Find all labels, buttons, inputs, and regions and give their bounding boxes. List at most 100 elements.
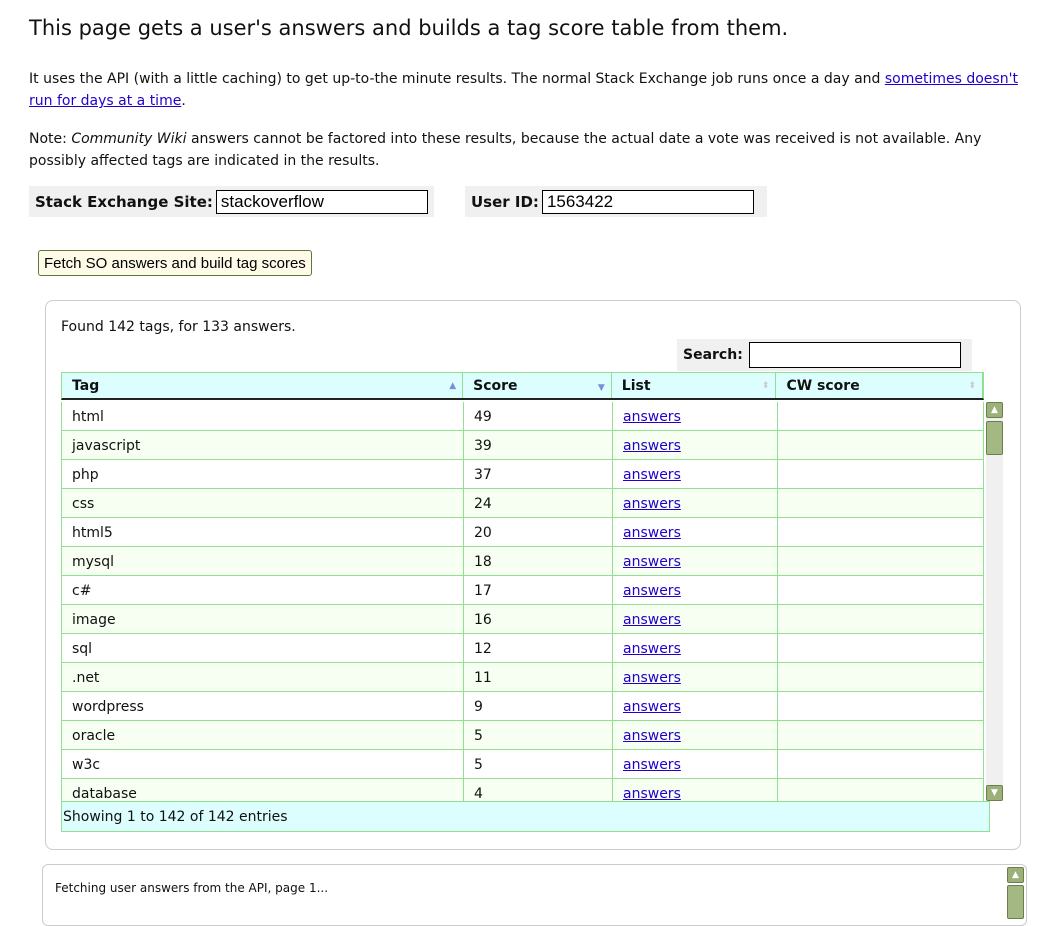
- column-list[interactable]: List ⬍: [612, 373, 777, 398]
- tag-cell: html: [61, 402, 463, 430]
- scroll-up-icon[interactable]: ▲: [986, 402, 1003, 418]
- search-field: Search:: [677, 339, 972, 371]
- cw-score-cell: [777, 460, 984, 488]
- column-score[interactable]: Score ▼: [463, 373, 612, 398]
- list-cell: answers: [612, 547, 777, 575]
- log-scroll-thumb[interactable]: [1007, 885, 1024, 919]
- table-row: html5 20 answers: [61, 518, 984, 547]
- cw-score-cell: [777, 605, 984, 633]
- answers-link[interactable]: answers: [623, 728, 681, 744]
- list-cell: answers: [612, 692, 777, 720]
- table-row: html 49 answers: [61, 402, 984, 431]
- cw-score-cell: [777, 663, 984, 691]
- table-row: oracle 5 answers: [61, 721, 984, 750]
- answers-link[interactable]: answers: [623, 554, 681, 570]
- score-cell: 16: [463, 605, 612, 633]
- sort-asc-icon: ▲: [449, 381, 457, 391]
- tag-cell: image: [61, 605, 463, 633]
- table-row: database 4 answers: [61, 779, 984, 801]
- table-row: w3c 5 answers: [61, 750, 984, 779]
- cw-score-cell: [777, 547, 984, 575]
- list-cell: answers: [612, 489, 777, 517]
- note-text: Note: Community Wiki answers cannot be f…: [29, 131, 982, 169]
- table-row: .net 11 answers: [61, 663, 984, 692]
- table-info: Showing 1 to 142 of 142 entries: [61, 801, 990, 832]
- answers-link[interactable]: answers: [623, 496, 681, 512]
- cw-score-cell: [777, 431, 984, 459]
- answers-link[interactable]: answers: [623, 612, 681, 628]
- answers-link[interactable]: answers: [623, 786, 681, 801]
- user-field: User ID:: [465, 186, 767, 217]
- score-cell: 49: [463, 402, 612, 430]
- site-field: Stack Exchange Site:: [29, 186, 434, 217]
- site-input[interactable]: [215, 189, 428, 214]
- tag-cell: mysql: [61, 547, 463, 575]
- table-header: Tag ▲ Score ▼ List ⬍ CW score ⬍: [61, 372, 984, 400]
- scroll-thumb[interactable]: [986, 421, 1003, 455]
- score-cell: 18: [463, 547, 612, 575]
- fetch-button[interactable]: Fetch SO answers and build tag scores: [38, 250, 312, 276]
- cw-score-cell: [777, 489, 984, 517]
- table-row: php 37 answers: [61, 460, 984, 489]
- table-row: javascript 39 answers: [61, 431, 984, 460]
- list-cell: answers: [612, 605, 777, 633]
- answers-link[interactable]: answers: [623, 583, 681, 599]
- cw-score-cell: [777, 692, 984, 720]
- table-row: mysql 18 answers: [61, 547, 984, 576]
- answers-link[interactable]: answers: [623, 670, 681, 686]
- score-cell: 5: [463, 721, 612, 749]
- tag-cell: css: [61, 489, 463, 517]
- log-scroll-up-icon[interactable]: ▲: [1007, 867, 1024, 883]
- list-cell: answers: [612, 402, 777, 430]
- tag-cell: javascript: [61, 431, 463, 459]
- list-cell: answers: [612, 779, 777, 801]
- answers-link[interactable]: answers: [623, 525, 681, 541]
- tag-cell: sql: [61, 634, 463, 662]
- table-scrollbar[interactable]: ▲ ▼: [986, 402, 1003, 801]
- table-body: html 49 answers javascript 39 answers php 37 ans…: [61, 402, 1005, 801]
- list-cell: answers: [612, 721, 777, 749]
- cw-score-cell: [777, 721, 984, 749]
- log-panel: Fetching user answers from the API, page…: [42, 864, 1027, 926]
- answers-link[interactable]: answers: [623, 438, 681, 454]
- intro-text: It uses the API (with a little caching) …: [29, 71, 1018, 109]
- scroll-down-icon[interactable]: ▼: [986, 785, 1003, 801]
- list-cell: answers: [612, 431, 777, 459]
- tag-cell: html5: [61, 518, 463, 546]
- tag-cell: wordpress: [61, 692, 463, 720]
- list-cell: answers: [612, 576, 777, 604]
- tag-cell: c#: [61, 576, 463, 604]
- answers-link[interactable]: answers: [623, 757, 681, 773]
- sort-desc-icon: ▼: [597, 383, 605, 393]
- answers-link[interactable]: answers: [623, 641, 681, 657]
- score-cell: 12: [463, 634, 612, 662]
- sort-both-icon: ⬍: [761, 381, 770, 391]
- tag-cell: w3c: [61, 750, 463, 778]
- score-cell: 17: [463, 576, 612, 604]
- cw-score-cell: [777, 779, 984, 801]
- score-cell: 20: [463, 518, 612, 546]
- sort-both-icon: ⬍: [968, 381, 976, 391]
- tag-cell: php: [61, 460, 463, 488]
- tag-cell: database: [61, 779, 463, 801]
- column-cw-score[interactable]: CW score ⬍: [776, 373, 983, 398]
- user-id-input[interactable]: [541, 189, 754, 214]
- answers-link[interactable]: answers: [623, 409, 681, 425]
- score-cell: 37: [463, 460, 612, 488]
- column-tag[interactable]: Tag ▲: [62, 373, 464, 398]
- score-cell: 24: [463, 489, 612, 517]
- table-row: image 16 answers: [61, 605, 984, 634]
- cw-score-cell: [777, 576, 984, 604]
- log-line: Fetching user answers from the API, page…: [55, 881, 329, 895]
- score-cell: 39: [463, 431, 612, 459]
- list-cell: answers: [612, 663, 777, 691]
- search-input[interactable]: [748, 342, 961, 368]
- found-summary: Found 142 tags, for 133 answers.: [61, 319, 296, 335]
- table-row: css 24 answers: [61, 489, 984, 518]
- answers-link[interactable]: answers: [623, 467, 681, 483]
- table-row: c# 17 answers: [61, 576, 984, 605]
- answers-link[interactable]: answers: [623, 699, 681, 715]
- list-cell: answers: [612, 518, 777, 546]
- score-cell: 5: [463, 750, 612, 778]
- score-cell: 11: [463, 663, 612, 691]
